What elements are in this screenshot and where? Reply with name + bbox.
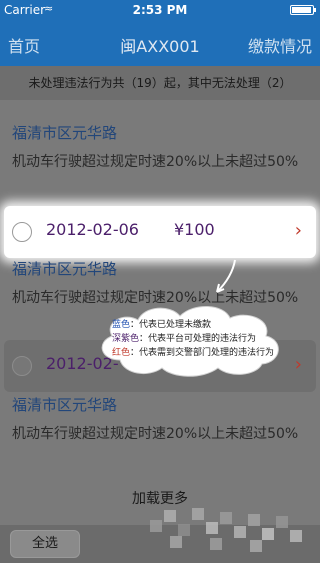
violation-summary: 未处理违法行为共（19）起，其中无法处理（2）	[0, 66, 320, 100]
status-time: 2:53 PM	[132, 3, 188, 17]
legend-text: 蓝色：代表已处理未缴款 深紫色：代表平台可处理的违法行为 红色：代表需到交警部门…	[112, 318, 282, 360]
payment-status-button[interactable]: 缴款情况	[248, 33, 312, 57]
pointer-arrow-icon	[216, 259, 236, 293]
violation-row-selected[interactable]: 2012-02-06 ¥100 ›	[4, 206, 316, 258]
violation-description: 机动车行驶超过规定时速20%以上未超过50%	[12, 426, 299, 442]
violation-date: 2012-02-06	[46, 220, 139, 239]
select-all-button[interactable]: 全选	[10, 530, 80, 558]
chevron-right-icon[interactable]: ›	[295, 354, 302, 375]
battery-icon	[290, 5, 316, 15]
legend-red: 红色：代表需到交警部门处理的违法行为	[112, 348, 275, 358]
legend-blue: 蓝色：代表已处理未缴款	[112, 320, 212, 330]
legend-purple: 深紫色：代表平台可处理的违法行为	[112, 334, 257, 344]
select-radio[interactable]	[12, 356, 32, 376]
pixelated-watermark	[150, 508, 302, 552]
road-name: 福清市区元华路	[12, 260, 118, 278]
chevron-right-icon[interactable]: ›	[295, 220, 302, 241]
nav-bar: 首页 闽AXX001 缴款情况	[0, 20, 320, 66]
road-name: 福清市区元华路	[12, 396, 118, 414]
status-bar: Carrier ≈ 2:53 PM	[0, 0, 320, 20]
select-radio[interactable]	[12, 222, 32, 242]
violation-description: 机动车行驶超过规定时速20%以上未超过50%	[12, 154, 299, 170]
fine-amount: ¥100	[174, 220, 215, 239]
road-name: 福清市区元华路	[12, 124, 118, 142]
